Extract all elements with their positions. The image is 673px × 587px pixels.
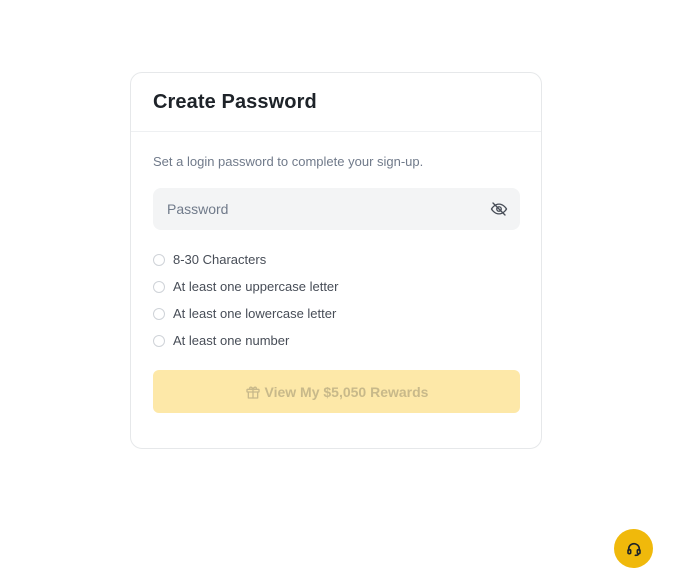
requirement-item: At least one lowercase letter xyxy=(153,300,520,327)
requirement-status-icon xyxy=(153,307,165,320)
subtitle: Set a login password to complete your si… xyxy=(153,154,424,169)
requirement-item: At least one uppercase letter xyxy=(153,273,520,300)
requirement-status-icon xyxy=(153,253,165,266)
requirement-label: 8-30 Characters xyxy=(173,252,267,267)
page-title: Create Password xyxy=(153,90,317,113)
requirement-label: At least one number xyxy=(173,333,290,348)
card-header: Create Password xyxy=(131,73,541,132)
requirement-item: At least one number xyxy=(153,327,520,354)
requirement-status-icon xyxy=(153,280,165,293)
password-field[interactable] xyxy=(153,188,520,230)
password-requirements: 8-30 Characters At least one uppercase l… xyxy=(153,246,520,354)
requirement-label: At least one uppercase letter xyxy=(173,279,339,294)
gift-icon xyxy=(245,384,261,400)
eye-off-icon[interactable] xyxy=(489,199,509,219)
create-password-card: Create Password Set a login password to … xyxy=(130,72,542,449)
view-rewards-button[interactable]: View My $5,050 Rewards xyxy=(153,370,520,413)
headset-icon xyxy=(626,541,642,557)
support-button[interactable] xyxy=(614,529,653,568)
card-body: Set a login password to complete your si… xyxy=(131,154,541,413)
requirement-label: At least one lowercase letter xyxy=(173,306,337,321)
password-input[interactable] xyxy=(167,201,489,217)
requirement-status-icon xyxy=(153,334,165,347)
requirement-item: 8-30 Characters xyxy=(153,246,520,273)
view-rewards-label: View My $5,050 Rewards xyxy=(264,383,429,400)
